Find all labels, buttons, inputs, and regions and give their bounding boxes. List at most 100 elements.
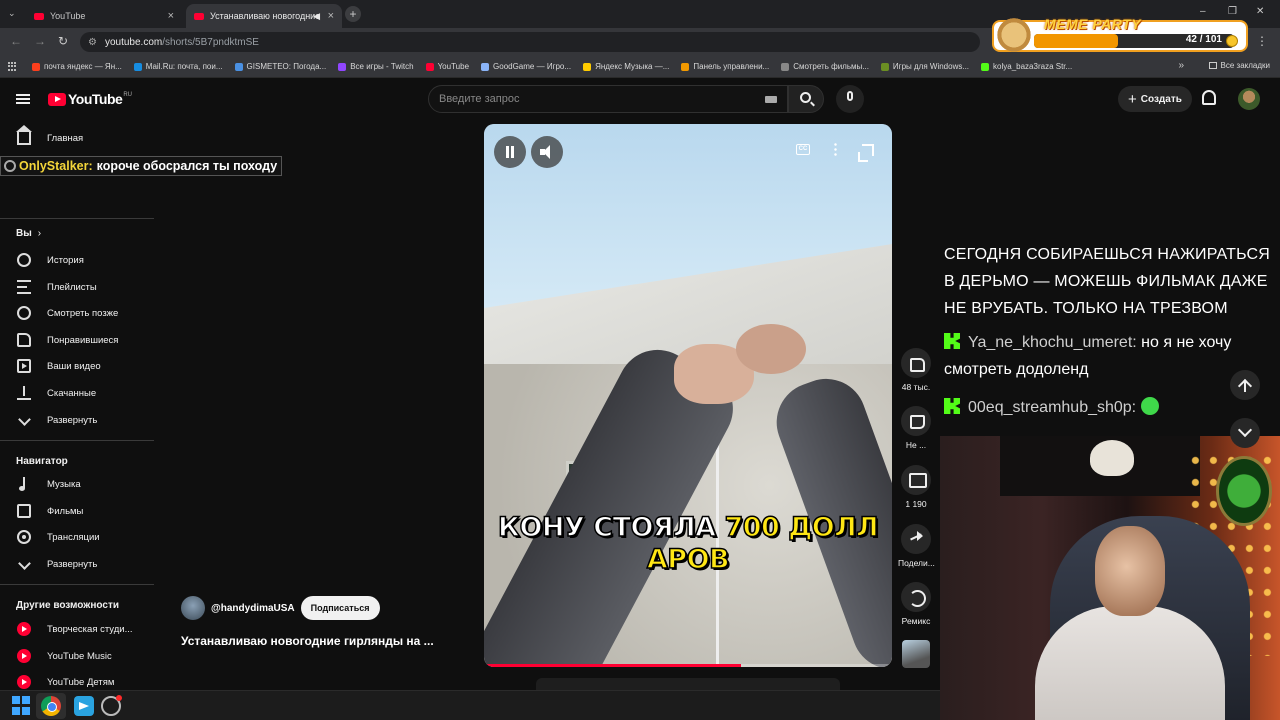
sidebar-item-expand[interactable]: Развернуть bbox=[0, 408, 154, 432]
channel-avatar[interactable] bbox=[181, 596, 205, 620]
tab-shorts-active[interactable]: Устанавливаю новогодние ◀ × bbox=[186, 4, 342, 28]
menu-icon[interactable] bbox=[16, 94, 30, 104]
sidebar-item-watch-later[interactable]: Смотреть позже bbox=[0, 301, 154, 325]
bookmark-item[interactable]: Mail.Ru: почта, пои... bbox=[133, 62, 223, 71]
sidebar-item-yt-music[interactable]: YouTube Music bbox=[0, 644, 154, 668]
bookmarks-bar: почта яндекс — Ян... Mail.Ru: почта, пои.… bbox=[0, 56, 1280, 78]
more-options-icon[interactable] bbox=[834, 142, 837, 156]
sidebar-more-heading: Другие возможности bbox=[16, 600, 119, 611]
telegram-icon[interactable] bbox=[74, 696, 94, 716]
youtube-favicon-icon bbox=[194, 12, 204, 20]
previous-short-button[interactable] bbox=[1230, 370, 1260, 400]
all-bookmarks[interactable]: Все закладки bbox=[1208, 61, 1270, 70]
site-info-icon[interactable]: ⚙ bbox=[88, 37, 97, 48]
bookmark-favicon-icon bbox=[338, 62, 347, 71]
next-short-button[interactable] bbox=[1230, 418, 1260, 448]
kick-icon bbox=[944, 398, 960, 414]
voice-search-button[interactable] bbox=[836, 85, 864, 113]
search-input[interactable] bbox=[439, 93, 759, 105]
youtube-studio-icon bbox=[17, 622, 31, 636]
tab-close-icon[interactable]: × bbox=[328, 10, 334, 22]
chat-message-3: 00eq_streamhub_sh0p: bbox=[944, 394, 1276, 421]
bookmark-item[interactable]: GISMETEO: Погода... bbox=[234, 62, 326, 71]
sidebar-item-nav-expand[interactable]: Развернуть bbox=[0, 552, 154, 576]
sidebar-item-your-videos[interactable]: Ваши видео bbox=[0, 354, 154, 378]
shorts-video-player[interactable]: CC КОНУ СТОЯЛА 700 ДОЛЛ АРОВ bbox=[484, 124, 892, 667]
back-icon[interactable]: ← bbox=[10, 34, 22, 48]
video-progress-bar[interactable] bbox=[484, 664, 892, 667]
speaker-icon[interactable]: ◀ bbox=[313, 11, 320, 22]
account-avatar[interactable] bbox=[1238, 88, 1260, 110]
bookmark-item[interactable]: kolya_baza3raza Str... bbox=[981, 62, 1072, 71]
browser-menu-icon[interactable]: ⋮ bbox=[1256, 34, 1268, 48]
watch-later-icon bbox=[17, 306, 31, 320]
youtube-logo[interactable]: YouTube RU bbox=[48, 91, 132, 107]
doge-icon bbox=[996, 14, 1032, 52]
close-window-icon[interactable]: ✕ bbox=[1256, 6, 1264, 17]
sidebar-item-music[interactable]: Музыка bbox=[0, 472, 154, 496]
sidebar-item-playlists[interactable]: Плейлисты bbox=[0, 275, 154, 299]
bookmark-favicon-icon bbox=[425, 62, 434, 71]
sound-thumbnail[interactable] bbox=[902, 640, 930, 668]
sidebar-item-live[interactable]: Трансляции bbox=[0, 525, 154, 549]
bookmark-item[interactable]: YouTube bbox=[425, 62, 469, 71]
create-button[interactable]: + Создать bbox=[1118, 86, 1192, 112]
playlists-icon bbox=[17, 280, 31, 294]
thumbs-up-icon[interactable] bbox=[901, 348, 931, 378]
bookmark-item[interactable]: Яндекс Музыка —... bbox=[583, 62, 669, 71]
comments-action[interactable]: 1 190 bbox=[898, 465, 934, 509]
comment-icon[interactable] bbox=[901, 465, 931, 495]
subscribe-button[interactable]: Подписаться bbox=[300, 596, 380, 620]
tab-close-icon[interactable]: × bbox=[168, 10, 174, 22]
chrome-icon[interactable] bbox=[41, 696, 61, 716]
minimize-icon[interactable]: – bbox=[1200, 6, 1206, 17]
youtube-music-icon bbox=[17, 649, 31, 663]
bookmark-item[interactable]: почта яндекс — Ян... bbox=[32, 62, 122, 71]
url-text: youtube.com/shorts/5B7pndktmSE bbox=[104, 36, 259, 48]
bookmark-item[interactable]: GoodGame — Игро... bbox=[481, 62, 571, 71]
bookmark-item[interactable]: Смотреть фильмы... bbox=[781, 62, 869, 71]
windows-taskbar bbox=[0, 690, 940, 720]
share-icon[interactable] bbox=[901, 524, 931, 554]
sidebar-item-downloads[interactable]: Скачанные bbox=[0, 381, 154, 405]
forward-icon[interactable]: → bbox=[34, 34, 46, 48]
bookmark-favicon-icon bbox=[481, 62, 490, 71]
dislike-action[interactable]: Не ... bbox=[898, 406, 934, 450]
more-bookmarks-icon[interactable]: » bbox=[1178, 60, 1184, 71]
pause-icon[interactable] bbox=[494, 136, 526, 168]
share-action[interactable]: Подели... bbox=[898, 524, 935, 568]
bookmark-item[interactable]: Игры для Windows... bbox=[880, 62, 969, 71]
bookmark-item[interactable]: Все игры - Twitch bbox=[338, 62, 414, 71]
windows-start-icon[interactable] bbox=[12, 696, 32, 716]
sidebar-item-home[interactable]: Главная bbox=[0, 125, 154, 150]
video-title[interactable]: Устанавливаю новогодние гирлянды на ... bbox=[181, 634, 434, 648]
apps-grid-icon[interactable] bbox=[8, 61, 18, 72]
keyboard-icon[interactable] bbox=[765, 96, 777, 103]
notifications-bell-icon[interactable] bbox=[1202, 90, 1216, 105]
bookmark-favicon-icon bbox=[234, 62, 243, 71]
fullscreen-icon[interactable] bbox=[858, 144, 874, 162]
tab-youtube[interactable]: YouTube × bbox=[26, 4, 182, 28]
meme-count: 42 / 101 bbox=[1185, 34, 1222, 45]
volume-icon[interactable] bbox=[531, 136, 563, 168]
sidebar-item-liked[interactable]: Понравившиеся bbox=[0, 328, 154, 352]
url-field[interactable]: ⚙ youtube.com/shorts/5B7pndktmSE bbox=[80, 32, 980, 52]
channel-handle[interactable]: @handydimaUSA bbox=[211, 603, 295, 614]
tab-search-icon[interactable]: ⌄ bbox=[8, 8, 16, 19]
sidebar-item-movies[interactable]: Фильмы bbox=[0, 499, 154, 523]
reload-icon[interactable]: ↻ bbox=[58, 34, 68, 48]
remix-icon[interactable] bbox=[901, 582, 931, 612]
new-tab-button[interactable]: + bbox=[345, 6, 361, 22]
bookmark-item[interactable]: Панель управлени... bbox=[681, 62, 769, 71]
search-button[interactable] bbox=[788, 85, 824, 113]
restore-icon[interactable]: ❐ bbox=[1228, 6, 1237, 17]
sidebar-item-history[interactable]: История bbox=[0, 248, 154, 272]
sidebar: Главная Вы › История Плейлисты Смотреть п… bbox=[0, 120, 154, 690]
like-action[interactable]: 48 тыс. bbox=[898, 348, 934, 392]
remix-action[interactable]: Ремикс bbox=[898, 582, 934, 626]
captions-icon[interactable]: CC bbox=[796, 144, 810, 155]
obs-icon[interactable] bbox=[101, 695, 122, 716]
thumbs-down-icon[interactable] bbox=[901, 406, 931, 436]
sidebar-item-studio[interactable]: Творческая студи... bbox=[0, 617, 154, 641]
sidebar-you-heading[interactable]: Вы › bbox=[16, 228, 41, 239]
